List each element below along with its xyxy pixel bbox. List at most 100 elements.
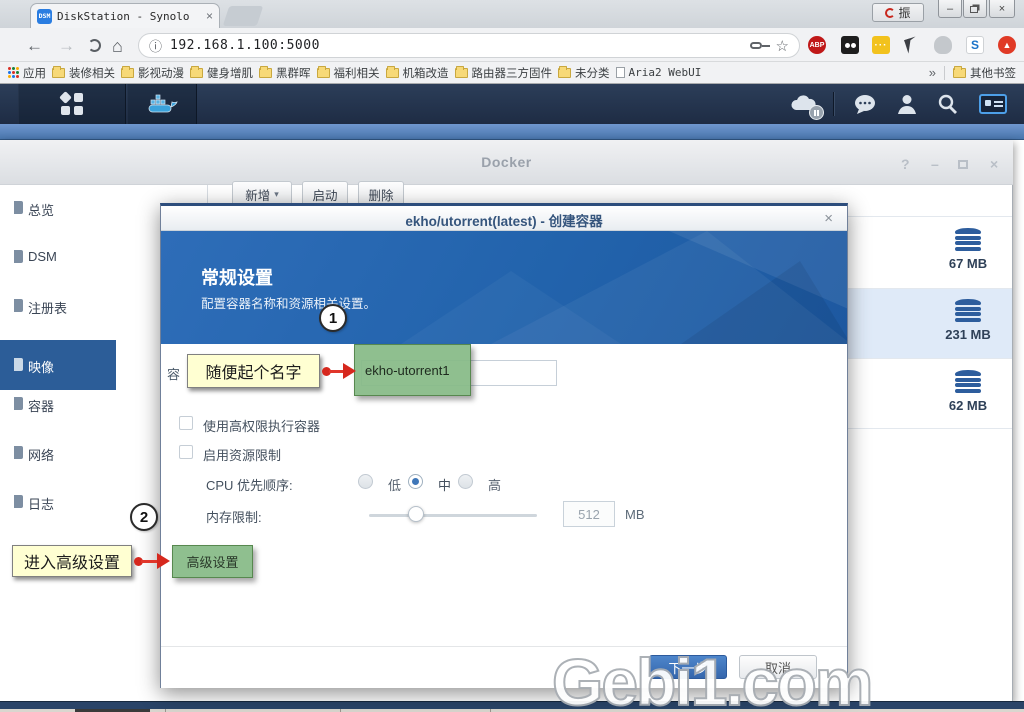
dsm-cloud-sync-button[interactable]	[782, 84, 826, 124]
page-info-icon[interactable]: ⓘ	[149, 36, 162, 55]
docker-help-button[interactable]: ?	[901, 156, 910, 172]
docker-whale-icon	[146, 92, 178, 116]
bookmark-page[interactable]: Aria2 WebUI	[616, 66, 702, 79]
bookmark-star-icon[interactable]: ☆	[776, 37, 789, 55]
window-restore-button[interactable]	[963, 0, 987, 18]
bookmark-folder[interactable]: 影视动漫	[121, 65, 184, 81]
create-container-dialog: ekho/utorrent(latest) - 创建容器 × 常规设置 配置容器…	[160, 203, 848, 688]
dsm-pilot-view-button[interactable]	[972, 84, 1014, 124]
cpu-medium-label: 中	[438, 475, 451, 494]
dsm-docker-app-button[interactable]	[127, 84, 197, 124]
sidebar-item-image[interactable]: 映像	[28, 357, 54, 376]
bookmark-folder[interactable]: 未分类	[558, 65, 610, 81]
cpu-low-label: 低	[388, 475, 401, 494]
image-size-icon	[955, 228, 981, 252]
extension-badge-label: 振	[898, 4, 910, 21]
image-size-icon	[955, 299, 981, 323]
memory-unit-label: MB	[625, 507, 645, 522]
dialog-section-subheading: 配置容器名称和资源相关设置。	[201, 293, 376, 312]
log-icon	[14, 495, 23, 508]
browser-tab[interactable]: DSM DiskStation - Synolo ×	[30, 3, 220, 28]
dots-extension-icon[interactable]: ···	[872, 36, 890, 54]
refresh-ring-icon	[885, 8, 895, 18]
forward-button[interactable]: →	[58, 36, 75, 56]
bookmark-folder[interactable]: 装修相关	[52, 65, 115, 81]
dsm-search-button[interactable]	[928, 84, 966, 124]
docker-window-title: Docker	[0, 154, 1013, 170]
dsm-desktop	[0, 124, 1024, 140]
start-button-label: 启动	[312, 185, 337, 204]
sidebar-item-dsm[interactable]: DSM	[28, 249, 57, 264]
delete-button-label: 删除	[368, 185, 393, 204]
upload-extension-icon[interactable]: ▲	[998, 36, 1016, 54]
bookmark-folder[interactable]: 机箱改造	[386, 65, 449, 81]
high-privilege-checkbox[interactable]	[179, 416, 193, 430]
url-bar[interactable]: ⓘ 192.168.1.100:5000 ☆	[138, 33, 800, 58]
new-tab-button[interactable]	[223, 6, 263, 26]
navbar-divider	[833, 92, 834, 116]
cursor-extension-icon[interactable]	[903, 36, 921, 54]
bookmark-folder[interactable]: 黑群晖	[259, 65, 311, 81]
container-icon	[14, 397, 23, 410]
sidebar-item-registry[interactable]: 注册表	[28, 298, 67, 317]
bookmark-label: 应用	[23, 65, 46, 81]
folder-icon	[52, 68, 65, 78]
bookmark-apps[interactable]: 应用	[8, 65, 46, 81]
dsm-favicon-icon: DSM	[37, 9, 52, 24]
docker-maximize-button[interactable]	[958, 160, 968, 169]
memory-slider-handle[interactable]	[408, 506, 424, 522]
other-bookmarks[interactable]: 其他书签	[953, 65, 1016, 81]
screen: DSM DiskStation - Synolo × 振 – × ← → ⌂ ⓘ…	[0, 0, 1024, 712]
bookmark-label: 影视动漫	[138, 65, 184, 81]
bookmark-folder[interactable]: 健身增肌	[190, 65, 253, 81]
dialog-section-heading: 常规设置	[201, 264, 273, 290]
dialog-banner: 常规设置 配置容器名称和资源相关设置。	[161, 231, 847, 344]
sidebar-item-network[interactable]: 网络	[28, 445, 54, 464]
annotation-step-1: 1	[319, 304, 347, 332]
password-key-icon[interactable]	[750, 42, 762, 49]
s-extension-icon[interactable]: S	[966, 36, 984, 54]
folder-icon	[558, 68, 571, 78]
url-text[interactable]: 192.168.1.100:5000	[170, 38, 750, 53]
bookmark-label: 黑群晖	[276, 65, 311, 81]
dsm-notifications-button[interactable]	[846, 84, 884, 124]
parachute-extension-icon[interactable]	[934, 36, 952, 54]
minimize-icon: –	[947, 3, 953, 15]
resource-limit-label: 启用资源限制	[203, 445, 281, 464]
sidebar-item-log[interactable]: 日志	[28, 494, 54, 513]
cpu-low-radio[interactable]	[358, 474, 373, 489]
resource-limit-checkbox[interactable]	[179, 445, 193, 459]
bookmarks-overflow-chevron[interactable]: »	[929, 65, 936, 80]
cpu-high-label: 高	[488, 475, 501, 494]
bookmark-folder[interactable]: 路由器三方固件	[455, 65, 553, 81]
cpu-high-radio[interactable]	[458, 474, 473, 489]
bookmarks-divider	[944, 66, 945, 80]
docker-minimize-button[interactable]: –	[931, 156, 939, 172]
overview-icon	[14, 201, 23, 214]
adblock-extension-icon[interactable]: ABP	[808, 36, 826, 54]
tab-close-icon[interactable]: ×	[206, 10, 213, 22]
dialog-close-icon[interactable]: ×	[824, 210, 833, 227]
advanced-settings-button[interactable]: 高级设置	[172, 545, 253, 578]
folder-icon	[317, 68, 330, 78]
home-button[interactable]: ⌂	[112, 36, 123, 57]
sidebar-item-overview[interactable]: 总览	[28, 200, 54, 219]
cpu-medium-radio[interactable]	[408, 474, 423, 489]
back-button[interactable]: ←	[26, 36, 43, 56]
bookmark-folder[interactable]: 福利相关	[317, 65, 380, 81]
docker-close-button[interactable]: ×	[990, 156, 998, 172]
binoculars-extension-icon[interactable]	[841, 36, 859, 54]
titlebar-extension-button[interactable]: 振	[872, 3, 924, 22]
memory-value-input[interactable]: 512	[563, 501, 615, 527]
window-minimize-button[interactable]: –	[938, 0, 962, 18]
image-size-icon	[955, 370, 981, 394]
dialog-title: ekho/utorrent(latest) - 创建容器	[161, 210, 847, 230]
reload-button[interactable]	[88, 39, 101, 52]
dsm-user-button[interactable]	[888, 84, 926, 124]
window-close-button[interactable]: ×	[989, 0, 1015, 18]
sidebar-item-container[interactable]: 容器	[28, 396, 54, 415]
dsm-main-menu-button[interactable]	[18, 84, 126, 124]
network-icon	[14, 446, 23, 459]
bookmark-label: 机箱改造	[403, 65, 449, 81]
memory-slider-track[interactable]	[369, 514, 537, 517]
